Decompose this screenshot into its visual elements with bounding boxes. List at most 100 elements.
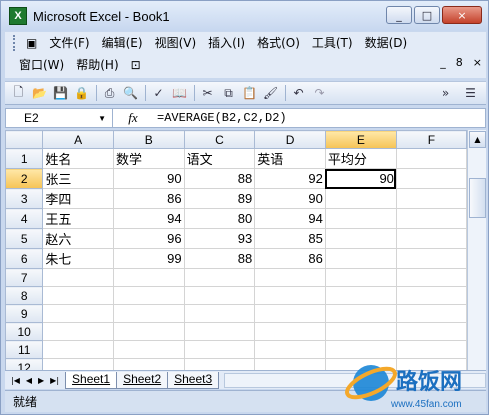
cell-c9[interactable]	[183, 304, 256, 323]
cell-e1[interactable]: 平均分	[324, 148, 397, 169]
sheet-tab-sheet1[interactable]: Sheet1	[65, 371, 118, 389]
cell-b2[interactable]: 90	[112, 168, 185, 189]
cell-c6[interactable]: 88	[183, 248, 256, 269]
cell-e4[interactable]	[324, 208, 397, 229]
cell-a7[interactable]	[42, 268, 114, 287]
doc-minimize-button[interactable]: _	[440, 56, 446, 69]
cell-a5[interactable]: 赵六	[42, 228, 114, 249]
open-icon[interactable]: 📂	[30, 84, 49, 102]
cell-e7[interactable]	[324, 268, 397, 287]
cell-f1[interactable]	[395, 148, 467, 169]
cell-a8[interactable]	[42, 286, 114, 305]
format-painter-icon[interactable]: 🖌	[261, 84, 280, 102]
cell-f12[interactable]	[395, 358, 467, 370]
toolbar-options-icon[interactable]: »	[436, 84, 455, 102]
cell-c8[interactable]	[183, 286, 256, 305]
spelling-icon[interactable]: ✓	[149, 84, 168, 102]
cell-d3[interactable]: 90	[254, 188, 326, 209]
cell-e6[interactable]	[324, 248, 397, 269]
cell-c7[interactable]	[183, 268, 256, 287]
row-header-3[interactable]: 3	[5, 188, 44, 209]
permission-icon[interactable]: 🔒	[72, 84, 91, 102]
row-header-10[interactable]: 10	[5, 322, 44, 341]
row-header-2[interactable]: 2	[5, 168, 44, 189]
cell-d2[interactable]: 92	[254, 168, 326, 189]
close-button[interactable]: ×	[442, 6, 482, 24]
row-header-4[interactable]: 4	[5, 208, 44, 229]
cell-c5[interactable]: 93	[183, 228, 256, 249]
cell-a12[interactable]	[42, 358, 114, 370]
cell-a1[interactable]: 姓名	[42, 148, 114, 169]
cell-e5[interactable]	[324, 228, 397, 249]
cell-e10[interactable]	[324, 322, 397, 341]
column-header-e[interactable]: E	[324, 130, 397, 149]
prev-sheet-icon[interactable]: ◀	[26, 376, 32, 385]
menu-tools[interactable]: 工具(T)	[306, 33, 359, 53]
column-header-b[interactable]: B	[112, 130, 185, 149]
cell-b10[interactable]	[112, 322, 185, 341]
cell-d9[interactable]	[254, 304, 326, 323]
menu-view[interactable]: 视图(V)	[149, 33, 203, 53]
insert-function-icon[interactable]: fx	[113, 110, 153, 126]
maximize-button[interactable]: □	[414, 6, 440, 24]
select-all-corner[interactable]	[5, 130, 44, 149]
cell-c3[interactable]: 89	[183, 188, 256, 209]
menu-format[interactable]: 格式(O)	[251, 33, 306, 53]
cell-b8[interactable]	[112, 286, 185, 305]
research-icon[interactable]: 📖	[170, 84, 189, 102]
title-bar[interactable]: X Microsoft Excel - Book1 _ □ ×	[1, 1, 488, 31]
cell-f10[interactable]	[395, 322, 467, 341]
sheet-tab-sheet3[interactable]: Sheet3	[167, 371, 220, 389]
column-header-d[interactable]: D	[254, 130, 326, 149]
cell-b9[interactable]	[112, 304, 185, 323]
cell-d1[interactable]: 英语	[254, 148, 326, 169]
row-header-1[interactable]: 1	[5, 148, 44, 169]
cell-c12[interactable]	[183, 358, 256, 370]
cell-d11[interactable]	[254, 340, 326, 359]
cell-f4[interactable]	[395, 208, 467, 229]
horizontal-scrollbar[interactable]	[224, 372, 486, 388]
menu-file[interactable]: 文件(F)	[43, 33, 95, 53]
vertical-scrollbar[interactable]: ▲	[467, 130, 486, 370]
print-preview-icon[interactable]: 🔍	[121, 84, 140, 102]
row-header-5[interactable]: 5	[5, 228, 44, 249]
cell-e8[interactable]	[324, 286, 397, 305]
column-header-a[interactable]: A	[42, 130, 114, 149]
doc-close-button[interactable]: ×	[473, 56, 482, 69]
cell-a6[interactable]: 朱七	[42, 248, 114, 269]
redo-icon[interactable]: ↷	[310, 84, 329, 102]
cell-d8[interactable]	[254, 286, 326, 305]
menu-window[interactable]: 窗口(W)	[13, 55, 70, 75]
sheet-tab-sheet2[interactable]: Sheet2	[116, 371, 169, 389]
minimize-button[interactable]: _	[386, 6, 412, 24]
vertical-scroll-thumb[interactable]	[469, 178, 486, 218]
menu-data[interactable]: 数据(D)	[359, 33, 414, 53]
cell-f7[interactable]	[395, 268, 467, 287]
document-menu-icon[interactable]: ▣	[20, 33, 43, 53]
cell-b7[interactable]	[112, 268, 185, 287]
last-sheet-icon[interactable]: ▶|	[50, 376, 59, 385]
scroll-up-icon[interactable]: ▲	[469, 131, 486, 148]
cell-b3[interactable]: 86	[112, 188, 185, 209]
cell-b12[interactable]	[112, 358, 185, 370]
cell-f5[interactable]	[395, 228, 467, 249]
cell-d4[interactable]: 94	[254, 208, 326, 229]
cell-f9[interactable]	[395, 304, 467, 323]
cell-c4[interactable]: 80	[183, 208, 256, 229]
cell-c1[interactable]: 语文	[183, 148, 256, 169]
align-icon[interactable]: ☰	[461, 84, 480, 102]
cell-e11[interactable]	[324, 340, 397, 359]
cell-d7[interactable]	[254, 268, 326, 287]
cell-a10[interactable]	[42, 322, 114, 341]
copy-icon[interactable]: ⧉	[219, 84, 238, 102]
cell-d5[interactable]: 85	[254, 228, 326, 249]
row-header-9[interactable]: 9	[5, 304, 44, 323]
cell-b1[interactable]: 数学	[112, 148, 185, 169]
column-header-f[interactable]: F	[395, 130, 467, 149]
menu-help[interactable]: 帮助(H)	[70, 55, 124, 75]
cut-icon[interactable]: ✂	[198, 84, 217, 102]
undo-icon[interactable]: ↶	[289, 84, 308, 102]
excel-app-icon[interactable]: X	[9, 7, 27, 25]
cell-b5[interactable]: 96	[112, 228, 185, 249]
cell-f3[interactable]	[395, 188, 467, 209]
